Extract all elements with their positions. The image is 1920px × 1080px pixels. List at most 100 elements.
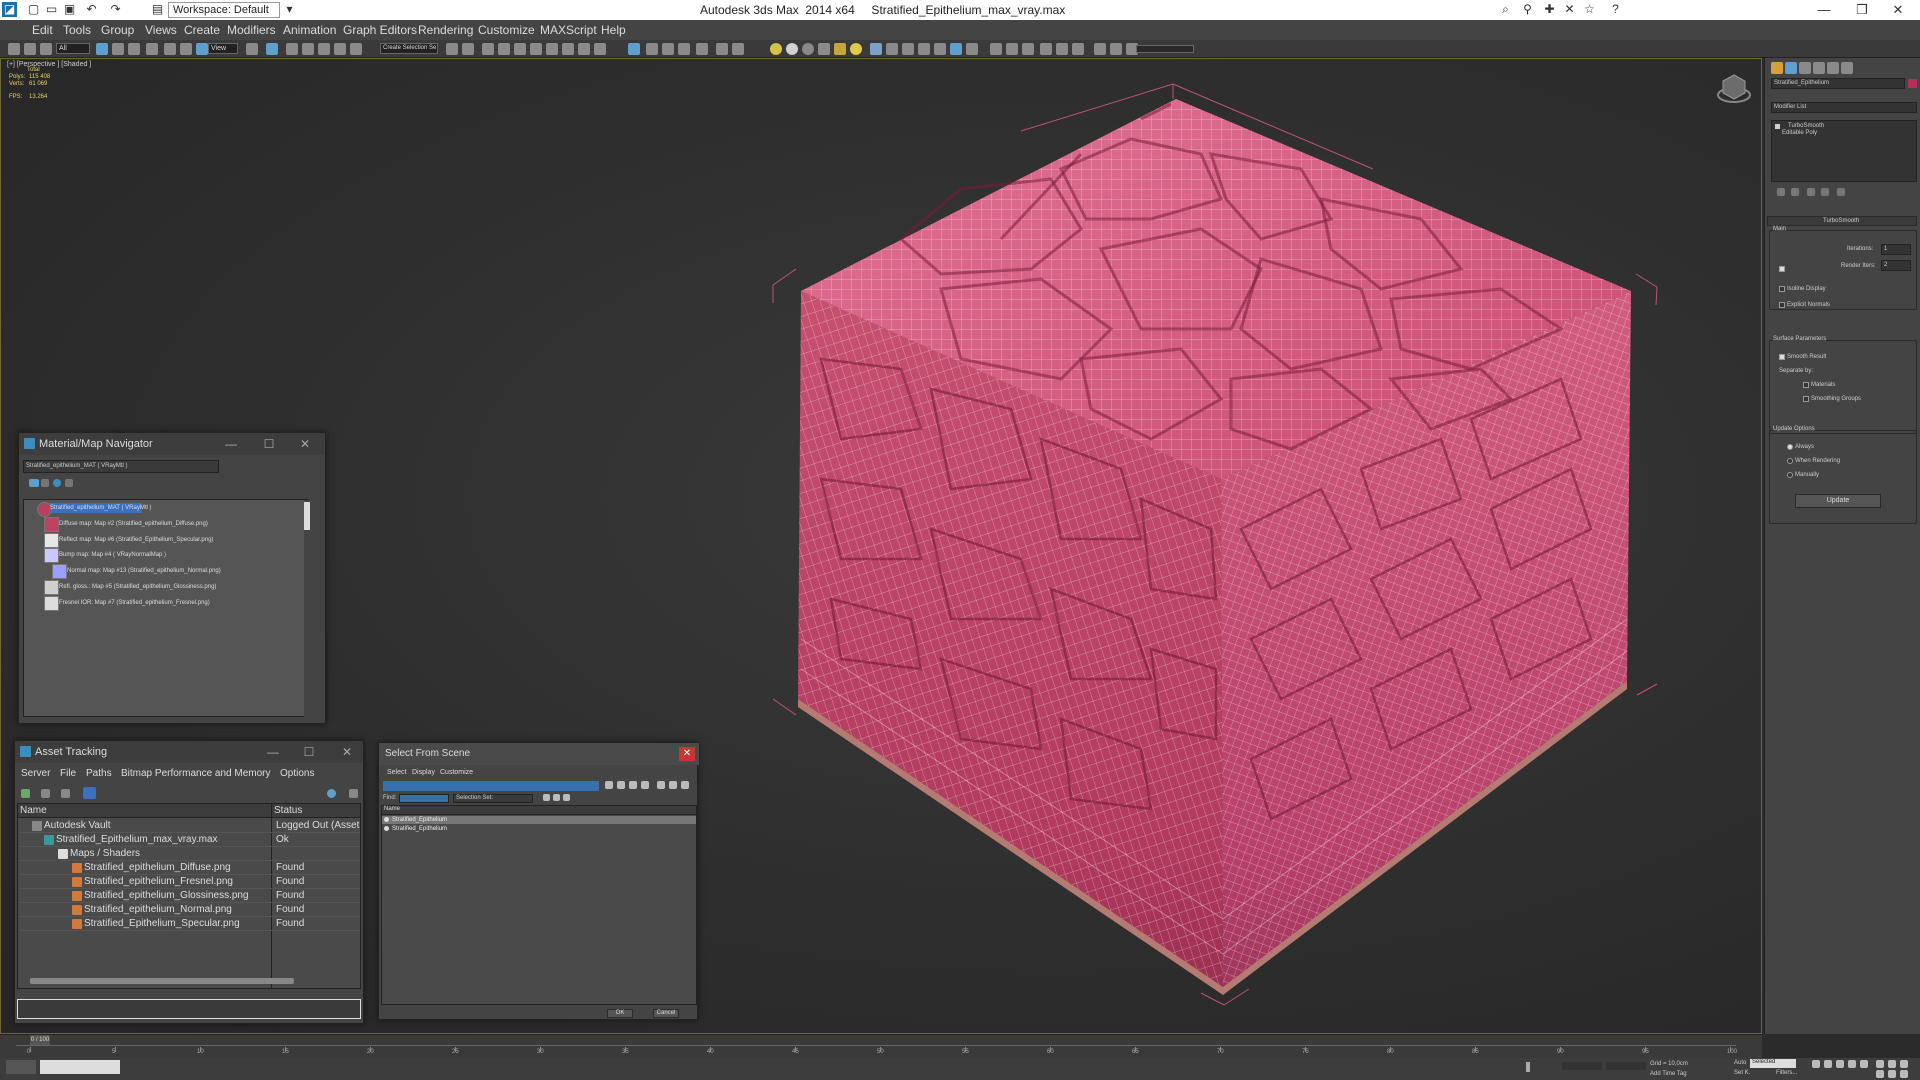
vault-login-icon[interactable] [21, 789, 30, 798]
render-iters-spinner[interactable]: 2 [1881, 260, 1911, 271]
minimize-button[interactable]: — [221, 435, 241, 453]
select-invert-icon[interactable] [629, 781, 637, 789]
maximize-button[interactable]: ☐ [259, 435, 279, 453]
maximize-button[interactable]: ☐ [299, 743, 319, 761]
when-rendering-radio[interactable] [1787, 458, 1793, 464]
vray-object-props-icon[interactable] [990, 43, 1002, 55]
utilities-tab-icon[interactable] [1841, 62, 1853, 74]
auto-key-button[interactable]: Auto [1734, 1060, 1746, 1066]
link-icon[interactable] [8, 43, 20, 55]
table-row[interactable]: Stratified_epithelium_Fresnel.png Found [20, 875, 360, 889]
add-to-set-icon[interactable] [563, 794, 570, 801]
vray-rt-icon[interactable] [966, 43, 978, 55]
menu-create[interactable]: Create [184, 23, 220, 37]
snaps-toggle-icon[interactable] [286, 43, 298, 55]
next-frame-icon[interactable] [1848, 1060, 1856, 1068]
rendered-frame-window-icon[interactable] [578, 43, 590, 55]
menu-maxscript[interactable]: MAXScript [540, 23, 597, 37]
help-icon[interactable]: ? [1608, 2, 1623, 17]
move-icon[interactable] [164, 43, 176, 55]
vray-toolbar-icon-2[interactable] [646, 43, 658, 55]
open-file-icon[interactable]: ▭ [44, 2, 59, 17]
object-name-field[interactable]: Stratified_Epithelium [1771, 78, 1905, 89]
hierarchy-tab-icon[interactable] [1799, 62, 1811, 74]
tree-item-material[interactable]: Stratified_epithelium_MAT ( VRayMtl ) [50, 505, 151, 511]
view-list-icons-icon[interactable] [41, 479, 49, 487]
tree-item-glossiness[interactable]: Refl. gloss.: Map #5 (Stratified_epithel… [59, 584, 216, 590]
material-tree-list[interactable]: Stratified_epithelium_MAT ( VRayMtl ) Di… [23, 499, 310, 718]
window-crossing-icon[interactable] [146, 43, 158, 55]
refresh-icon[interactable] [349, 789, 358, 798]
edit-named-selection-icon[interactable] [350, 43, 362, 55]
motion-tab-icon[interactable] [1813, 62, 1825, 74]
close-button[interactable]: ✕ [337, 743, 357, 761]
project-folder-icon[interactable]: ▤ [150, 2, 165, 17]
menu-help[interactable]: Help [601, 23, 626, 37]
hierarchy-icon[interactable] [669, 781, 677, 789]
cancel-button[interactable]: Cancel [653, 1009, 679, 1018]
tree-item-diffuse[interactable]: Diffuse map: Map #2 (Stratified_epitheli… [59, 521, 208, 527]
selection-set-dropdown[interactable]: Selection Set: [453, 794, 533, 803]
minimize-button[interactable]: — [263, 743, 283, 761]
align-icon[interactable] [462, 43, 474, 55]
show-end-result-icon[interactable] [1791, 188, 1799, 196]
extra-toolbar-slider[interactable] [1136, 45, 1194, 53]
vray-mesh-export-icon[interactable] [1040, 43, 1052, 55]
navigator-titlebar[interactable]: Material/Map Navigator — ☐ ✕ [19, 433, 325, 455]
vray-toolbar-icon-7[interactable] [732, 43, 744, 55]
table-view-icon[interactable] [83, 787, 96, 799]
tree-item-reflect[interactable]: Reflect map: Map #6 (Stratified_Epitheli… [59, 537, 213, 543]
display-tab-icon[interactable] [1827, 62, 1839, 74]
menu-animation[interactable]: Animation [283, 23, 336, 37]
tree-item-bump[interactable]: Bump map: Map #4 ( VRayNormalMap ) [59, 552, 166, 558]
zoom-icon[interactable] [1876, 1060, 1884, 1068]
new-file-icon[interactable]: ▢ [26, 2, 41, 17]
table-row[interactable]: Stratified_epithelium_Diffuse.png Found [20, 861, 360, 875]
select-object-icon[interactable] [96, 43, 108, 55]
maxscript-listener[interactable] [6, 1060, 36, 1074]
view-list-icon[interactable] [29, 479, 39, 487]
rectangular-selection-icon[interactable] [128, 43, 140, 55]
menu-group[interactable]: Group [101, 23, 134, 37]
select-none-icon[interactable] [617, 781, 625, 789]
isoline-display-checkbox[interactable] [1779, 286, 1785, 292]
y-coordinate-field[interactable] [1606, 1062, 1646, 1070]
explicit-normals-checkbox[interactable] [1779, 302, 1785, 308]
selection-filter-dropdown[interactable]: All [56, 43, 90, 54]
set-key-button[interactable]: Set K. [1734, 1070, 1750, 1076]
vray-toolbar-icon-4[interactable] [678, 43, 690, 55]
named-selection-dropdown[interactable]: Create Selection Se [380, 43, 438, 54]
pin-stack-icon[interactable] [1777, 188, 1785, 196]
update-button[interactable]: Update [1795, 494, 1881, 508]
vray-vfb-icon[interactable] [934, 43, 946, 55]
maximize-viewport-icon[interactable] [1900, 1070, 1908, 1078]
modifier-list-dropdown[interactable]: Modifier List [1771, 102, 1917, 113]
table-row[interactable]: Stratified_epithelium_Glossiness.png Fou… [20, 889, 360, 903]
tree-item-normal[interactable]: Normal map: Map #13 (Stratified_epitheli… [67, 568, 221, 574]
column-status[interactable]: Status [274, 805, 302, 816]
make-unique-icon[interactable] [1807, 188, 1815, 196]
angle-snap-icon[interactable] [302, 43, 314, 55]
mirror-icon[interactable] [446, 43, 458, 55]
timeline[interactable]: 0 / 100 0 5 10 15 20 25 30 35 40 45 50 55 60 65 70 75 80… [0, 1034, 1762, 1058]
menu-customize[interactable]: Customize [478, 23, 535, 37]
table-row[interactable]: Autodesk Vault Logged Out (Asset Tr [20, 819, 360, 833]
graphite-ribbon-icon[interactable] [498, 43, 510, 55]
sfs-menu-select[interactable]: Select [387, 769, 406, 776]
select-manipulate-icon[interactable] [266, 43, 278, 55]
render-production-icon[interactable] [594, 43, 606, 55]
menu-edit[interactable]: Edit [32, 23, 53, 37]
render-setup-icon[interactable] [562, 43, 574, 55]
table-row[interactable]: Stratified_epithelium_Normal.png Found [20, 903, 360, 917]
menu-tools[interactable]: Tools [63, 23, 91, 37]
view-large-icons-icon[interactable] [65, 479, 73, 487]
time-slider[interactable]: 0 / 100 [30, 1035, 50, 1045]
ok-button[interactable]: OK [607, 1009, 633, 1018]
turbosmooth-rollout-header[interactable]: TurboSmooth [1767, 216, 1917, 226]
checkin-icon[interactable] [61, 789, 70, 798]
go-to-end-icon[interactable] [1860, 1060, 1868, 1068]
stack-item-editable-poly[interactable]: Editable Poly [1782, 130, 1817, 136]
curve-editor-icon[interactable] [514, 43, 526, 55]
vray-toolbar-icon-5[interactable] [696, 43, 708, 55]
chamfer-icon[interactable] [1094, 43, 1106, 55]
